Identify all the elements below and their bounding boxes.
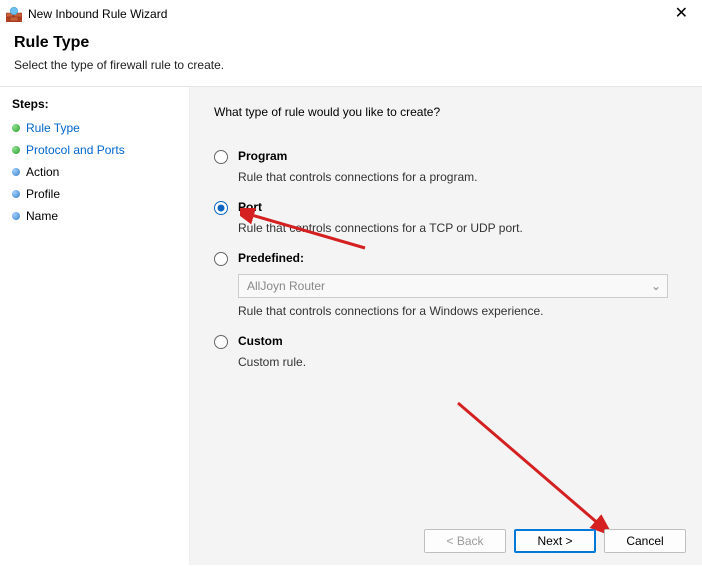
step-rule-type[interactable]: Rule Type bbox=[12, 117, 177, 139]
annotation-arrow-next bbox=[450, 397, 620, 537]
rule-type-prompt: What type of rule would you like to crea… bbox=[214, 105, 678, 119]
step-label: Rule Type bbox=[26, 121, 80, 135]
next-button[interactable]: Next > bbox=[514, 529, 596, 553]
option-program-label: Program bbox=[238, 149, 287, 163]
bullet-icon bbox=[12, 146, 20, 154]
option-predefined[interactable]: Predefined: bbox=[214, 251, 678, 266]
bullet-icon bbox=[12, 124, 20, 132]
radio-port[interactable] bbox=[214, 201, 228, 215]
step-label: Profile bbox=[26, 187, 60, 201]
bullet-icon bbox=[12, 190, 20, 198]
close-icon[interactable]: ✕ bbox=[669, 6, 694, 22]
radio-program[interactable] bbox=[214, 150, 228, 164]
option-predefined-desc: Rule that controls connections for a Win… bbox=[238, 304, 678, 318]
step-name[interactable]: Name bbox=[12, 205, 177, 227]
cancel-button[interactable]: Cancel bbox=[604, 529, 686, 553]
bullet-icon bbox=[12, 168, 20, 176]
option-port[interactable]: Port bbox=[214, 200, 678, 215]
step-profile[interactable]: Profile bbox=[12, 183, 177, 205]
predefined-selected-value: AllJoyn Router bbox=[247, 279, 325, 293]
window-title: New Inbound Rule Wizard bbox=[28, 7, 167, 21]
step-protocol-and-ports[interactable]: Protocol and Ports bbox=[12, 139, 177, 161]
option-port-label: Port bbox=[238, 200, 262, 214]
predefined-select[interactable]: AllJoyn Router bbox=[238, 274, 668, 298]
step-label: Protocol and Ports bbox=[26, 143, 125, 157]
page-title: Rule Type bbox=[14, 34, 688, 52]
main-panel: What type of rule would you like to crea… bbox=[190, 87, 702, 565]
step-label: Name bbox=[26, 209, 58, 223]
option-port-desc: Rule that controls connections for a TCP… bbox=[238, 221, 678, 235]
window-titlebar: New Inbound Rule Wizard ✕ bbox=[0, 0, 702, 28]
option-program[interactable]: Program bbox=[214, 149, 678, 164]
page-subtitle: Select the type of firewall rule to crea… bbox=[14, 58, 688, 72]
step-action[interactable]: Action bbox=[12, 161, 177, 183]
step-label: Action bbox=[26, 165, 59, 179]
option-predefined-label: Predefined: bbox=[238, 251, 304, 265]
wizard-button-bar: < Back Next > Cancel bbox=[424, 529, 686, 553]
radio-predefined[interactable] bbox=[214, 252, 228, 266]
steps-heading: Steps: bbox=[12, 97, 177, 111]
wizard-header: Rule Type Select the type of firewall ru… bbox=[0, 28, 702, 86]
titlebar-left: New Inbound Rule Wizard bbox=[6, 6, 167, 22]
option-custom-desc: Custom rule. bbox=[238, 355, 678, 369]
firewall-icon bbox=[6, 6, 22, 22]
option-program-desc: Rule that controls connections for a pro… bbox=[238, 170, 678, 184]
bullet-icon bbox=[12, 212, 20, 220]
option-custom-label: Custom bbox=[238, 334, 283, 348]
option-custom[interactable]: Custom bbox=[214, 334, 678, 349]
radio-custom[interactable] bbox=[214, 335, 228, 349]
back-button: < Back bbox=[424, 529, 506, 553]
steps-sidebar: Steps: Rule Type Protocol and Ports Acti… bbox=[0, 87, 190, 565]
wizard-body: Steps: Rule Type Protocol and Ports Acti… bbox=[0, 86, 702, 565]
